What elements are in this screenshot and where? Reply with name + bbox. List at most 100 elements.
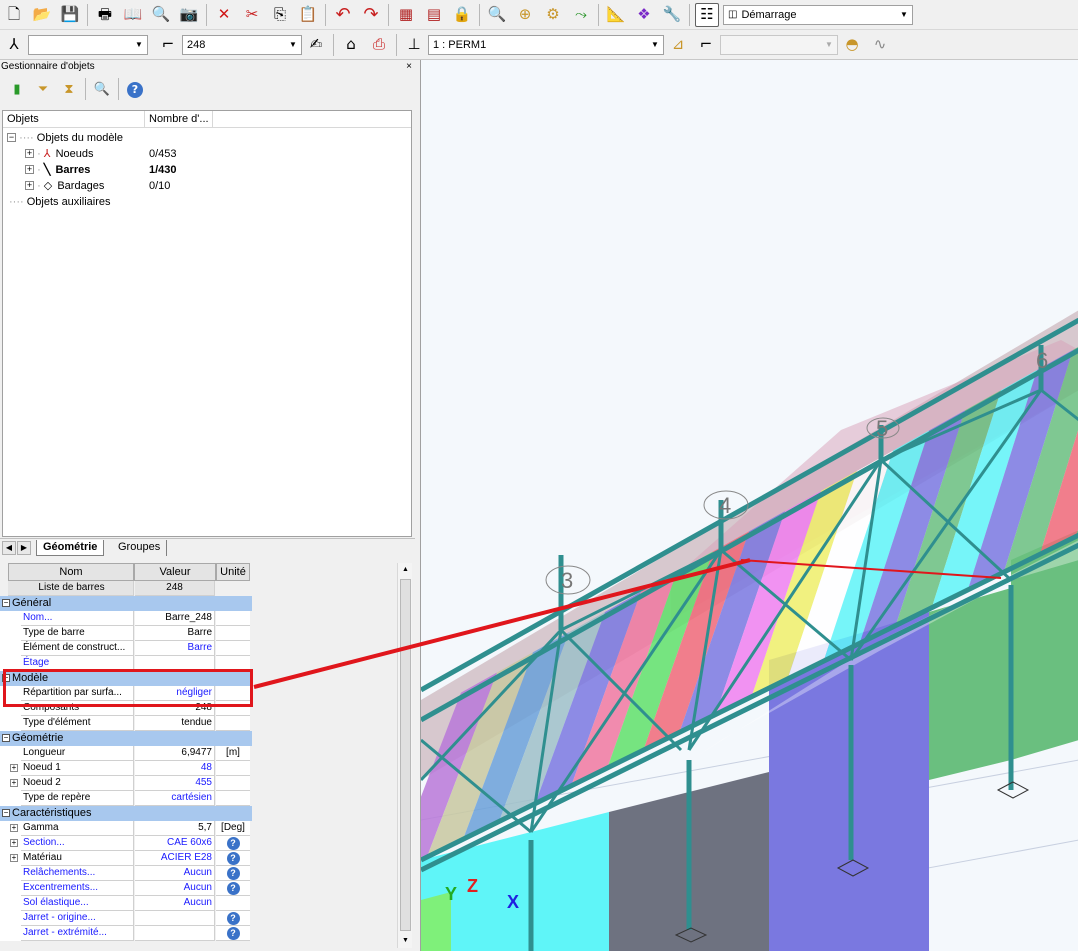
property-value[interactable]: 6,9477 — [135, 746, 215, 761]
tree-item-noeuds[interactable]: + · ⅄ Noeuds 0/453 — [25, 146, 177, 162]
property-section-header[interactable]: − Caractéristiques — [0, 806, 252, 821]
property-section-header[interactable]: − Modèle — [0, 671, 252, 686]
help-icon[interactable]: ? — [216, 926, 250, 941]
node-select[interactable]: ▼ — [28, 34, 148, 55]
search-icon[interactable]: 🔍 — [91, 78, 113, 100]
filter-icon[interactable]: ⏷ — [32, 78, 54, 100]
property-name[interactable]: Sol élastique... — [21, 896, 134, 911]
screenshot-icon[interactable]: 📷 — [177, 3, 201, 27]
property-value[interactable] — [135, 911, 215, 926]
expand-icon[interactable]: + — [10, 824, 18, 832]
help-icon[interactable]: ? — [226, 882, 240, 895]
expand-icon[interactable]: + — [25, 148, 34, 158]
property-value[interactable]: négliger — [135, 686, 215, 701]
property-name[interactable]: Relâchements... — [21, 866, 134, 881]
collapse-icon[interactable]: − — [2, 734, 10, 742]
tree-item-bardages[interactable]: + · ◇ Bardages 0/10 — [25, 178, 170, 194]
modal-shape-icon[interactable]: ∿ — [868, 33, 892, 57]
scroll-thumb[interactable] — [400, 579, 411, 931]
property-value[interactable]: Aucun — [135, 866, 215, 881]
property-value[interactable]: ACIER E28 — [135, 851, 215, 866]
property-name[interactable]: Jarret - extrémité... — [21, 926, 134, 941]
collapse-icon[interactable]: − — [2, 809, 10, 817]
help-icon[interactable]: ? — [216, 851, 250, 866]
property-section-header[interactable]: − Général — [0, 596, 252, 611]
property-value[interactable]: tendue — [135, 716, 215, 731]
undo-icon[interactable]: ↶ — [331, 3, 355, 27]
expand-icon[interactable]: + — [10, 839, 18, 847]
tab-scroll-left-icon[interactable]: ◀ — [2, 541, 16, 555]
expand-icon[interactable]: + — [10, 854, 18, 862]
zoom-window-icon[interactable]: ⊕ — [513, 3, 537, 27]
tree-aux[interactable]: ···· Objets auxiliaires — [9, 194, 110, 210]
open-folder-icon[interactable]: 📂 — [30, 3, 54, 27]
load-case-select[interactable]: 1 : PERM1 ▼ — [428, 34, 664, 55]
property-value[interactable] — [135, 926, 215, 941]
node-select-icon[interactable]: ⅄ — [2, 33, 26, 57]
delete-icon[interactable]: ✕ — [212, 3, 236, 27]
frame-print-icon[interactable]: ⎙ — [367, 33, 391, 57]
help-icon[interactable]: ? — [226, 852, 240, 865]
selection-icon[interactable]: ⤳ — [569, 3, 593, 27]
bar-list-value[interactable]: 248 — [135, 581, 215, 596]
load-case-icon[interactable]: ⊥ — [402, 33, 426, 57]
tab-geometrie[interactable]: Géométrie — [36, 540, 105, 556]
scroll-up-icon[interactable]: ▲ — [398, 563, 413, 577]
zoom-icon[interactable]: 🔍 — [485, 3, 509, 27]
table-icon[interactable]: ▤ — [422, 3, 446, 27]
save-icon[interactable]: 💾 — [58, 3, 82, 27]
scroll-down-icon[interactable]: ▼ — [398, 934, 413, 948]
load-mode-icon[interactable]: ⌐ — [694, 33, 718, 57]
lock-icon[interactable]: 🔒 — [450, 3, 474, 27]
property-value[interactable]: 5,7 — [135, 821, 215, 836]
help-icon[interactable]: ? — [226, 927, 240, 940]
new-file-icon[interactable]: 🗋 — [2, 3, 26, 27]
structure-drawing[interactable]: 3 4 5 6 Y Z X — [391, 60, 1078, 951]
help-icon[interactable]: ? — [216, 911, 250, 926]
filter-clear-icon[interactable]: ⧗ — [58, 78, 80, 100]
property-name[interactable]: Jarret - origine... — [21, 911, 134, 926]
cut-icon[interactable]: ✂ — [240, 3, 264, 27]
collapse-icon[interactable]: − — [7, 132, 16, 142]
help-icon[interactable]: ? — [216, 836, 250, 851]
property-value[interactable]: Barre — [135, 641, 215, 656]
help-icon[interactable]: ? — [226, 912, 240, 925]
tools-icon[interactable]: 🔧 — [660, 3, 684, 27]
property-name[interactable]: Étage — [21, 656, 134, 671]
tree-item-barres[interactable]: + · ╲ Barres 1/430 — [25, 162, 177, 178]
print-preview-icon[interactable]: 🔍 — [149, 3, 173, 27]
property-value[interactable]: cartésien — [135, 791, 215, 806]
paste-icon[interactable]: 📋 — [296, 3, 320, 27]
expand-icon[interactable]: + — [10, 779, 18, 787]
bookmark-icon[interactable]: ▮ — [6, 78, 28, 100]
help-icon[interactable]: ? — [226, 837, 240, 850]
structure-3d-view[interactable]: 3 4 5 6 Y Z X — [391, 60, 1078, 951]
expand-icon[interactable]: + — [25, 164, 34, 174]
close-icon[interactable]: × — [406, 60, 412, 74]
display-attributes-icon[interactable]: ⚙ — [541, 3, 565, 27]
bar-select[interactable]: 248 ▼ — [182, 34, 302, 55]
tab-groupes[interactable]: Groupes — [112, 540, 168, 556]
property-value[interactable]: 455 — [135, 776, 215, 791]
load-display-icon[interactable]: ⊿ — [666, 33, 690, 57]
property-scrollbar[interactable]: ▲ ▼ — [397, 563, 412, 948]
property-value[interactable]: Barre — [135, 626, 215, 641]
property-name[interactable]: Excentrements... — [21, 881, 134, 896]
col-count[interactable]: Nombre d'... — [145, 111, 213, 127]
property-value[interactable]: Aucun — [135, 896, 215, 911]
help-icon[interactable]: ? — [226, 867, 240, 880]
measure-icon[interactable]: 📐 — [604, 3, 628, 27]
print-icon[interactable]: 🖶 — [93, 3, 117, 27]
layout-select[interactable]: ◫ Démarrage ▼ — [723, 4, 913, 25]
property-value[interactable]: Aucun — [135, 881, 215, 896]
tree-root[interactable]: − ···· Objets du modèle — [7, 130, 123, 146]
copy-icon[interactable]: ⎘ — [268, 3, 292, 27]
bar-select-icon[interactable]: ⌐ — [156, 33, 180, 57]
report-icon[interactable]: 📖 — [121, 3, 145, 27]
expand-icon[interactable]: + — [10, 764, 18, 772]
redo-icon[interactable]: ↷ — [359, 3, 383, 27]
layout-icon[interactable]: ☷ — [695, 2, 719, 27]
selection-filter-icon[interactable]: ✍ — [304, 33, 328, 57]
property-value[interactable]: 248 — [135, 701, 215, 716]
help-icon[interactable]: ? — [216, 866, 250, 881]
